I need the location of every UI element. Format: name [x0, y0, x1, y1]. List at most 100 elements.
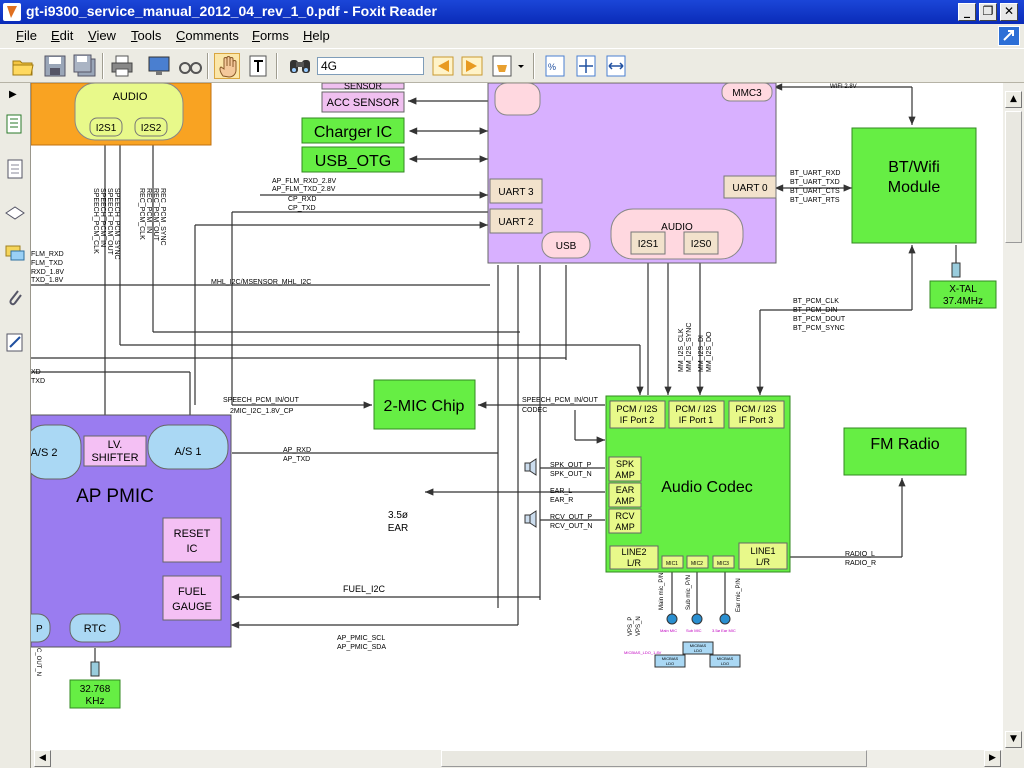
- svg-text:Module: Module: [888, 179, 941, 196]
- svg-text:AP_TXD: AP_TXD: [283, 456, 310, 463]
- ap-block: MMC3 UART 3 UART 2 USB AUDIO I2S1 I2S0 U…: [487, 83, 777, 264]
- menu-view[interactable]: View: [88, 28, 116, 43]
- search-input[interactable]: [317, 57, 424, 75]
- attachments-icon[interactable]: [4, 287, 26, 309]
- svg-text:BT_UART_RXD: BT_UART_RXD: [790, 170, 840, 177]
- signature-icon[interactable]: [4, 331, 26, 353]
- svg-text:RTC: RTC: [84, 623, 106, 635]
- minimize-button[interactable]: _: [958, 3, 976, 21]
- scroll-down-icon[interactable]: ▼: [1005, 731, 1022, 748]
- svg-text:BT_PCM_CLK: BT_PCM_CLK: [793, 298, 839, 305]
- menu-tools[interactable]: Tools: [131, 28, 161, 43]
- svg-text:LINE2: LINE2: [621, 547, 646, 557]
- svg-text:KHz: KHz: [86, 696, 105, 707]
- menu-file[interactable]: File: [16, 28, 37, 43]
- svg-text:L/R: L/R: [627, 558, 642, 568]
- svg-text:EAR_L: EAR_L: [550, 488, 572, 495]
- svg-text:C_OUT_N: C_OUT_N: [35, 648, 41, 676]
- find-icon[interactable]: [287, 53, 313, 79]
- navigation-panel: ▶: [0, 83, 31, 768]
- svg-text:AP_FLM_RXD_2.8V: AP_FLM_RXD_2.8V: [272, 178, 337, 185]
- panel-toggle-icon[interactable]: ▶: [9, 89, 17, 100]
- close-button[interactable]: ✕: [1000, 3, 1018, 21]
- svg-text:RCV_OUT_N: RCV_OUT_N: [550, 523, 592, 530]
- hand-tool-icon[interactable]: [214, 53, 240, 79]
- svg-text:ACC SENSOR: ACC SENSOR: [327, 97, 400, 109]
- svg-text:37.4MHz: 37.4MHz: [943, 296, 983, 307]
- search-next-icon[interactable]: [459, 53, 485, 79]
- open-icon[interactable]: [10, 53, 36, 79]
- svg-text:PCM / I2S: PCM / I2S: [735, 404, 776, 414]
- search-prev-icon[interactable]: [430, 53, 456, 79]
- svg-text:UART 3: UART 3: [498, 187, 534, 198]
- scroll-up-icon[interactable]: ▲: [1005, 91, 1022, 108]
- horizontal-scrollbar[interactable]: ◀ ▶: [31, 750, 1003, 768]
- bookmarks-icon[interactable]: [4, 113, 26, 135]
- menu-help[interactable]: Help: [303, 28, 330, 43]
- svg-text:LINE1: LINE1: [750, 546, 775, 556]
- svg-text:GAUGE: GAUGE: [172, 601, 212, 613]
- print-icon[interactable]: [109, 53, 135, 79]
- pages-icon[interactable]: [4, 158, 26, 180]
- svg-text:AMP: AMP: [615, 470, 635, 480]
- svg-text:SPEECH_PCM_IN/OUT: SPEECH_PCM_IN/OUT: [522, 397, 599, 404]
- svg-text:Audio Codec: Audio Codec: [661, 479, 753, 496]
- highlight-icon[interactable]: [490, 53, 526, 79]
- layers-icon[interactable]: [4, 201, 26, 223]
- svg-text:SENSOR: SENSOR: [344, 83, 383, 91]
- screen-icon[interactable]: [146, 53, 172, 79]
- audio-block-left: AUDIO I2S1 I2S2: [31, 83, 212, 146]
- svg-text:BT_PCM_SYNC: BT_PCM_SYNC: [793, 325, 845, 332]
- svg-text:BT/Wifi: BT/Wifi: [888, 159, 940, 176]
- svg-text:EAR_R: EAR_R: [550, 497, 573, 504]
- scroll-corner: [1003, 750, 1024, 768]
- fit-width-icon[interactable]: [603, 53, 629, 79]
- horizontal-scroll-thumb[interactable]: [441, 750, 867, 767]
- toolbar-separator: [276, 53, 278, 79]
- comments-icon[interactable]: [4, 243, 26, 265]
- fit-page-icon[interactable]: [573, 53, 599, 79]
- vertical-scrollbar[interactable]: ▲ ▼: [1003, 83, 1024, 750]
- svg-text:FLM_TXD: FLM_TXD: [31, 260, 63, 267]
- actual-size-icon[interactable]: %: [542, 53, 568, 79]
- toolbar-separator: [102, 53, 104, 79]
- svg-text:Ear mic_P/N: Ear mic_P/N: [736, 578, 742, 612]
- svg-text:FUEL_I2C: FUEL_I2C: [343, 584, 386, 594]
- svg-text:MHL_I2C/MSENSOR_MHL_I2C: MHL_I2C/MSENSOR_MHL_I2C: [211, 279, 311, 286]
- svg-text:VPS_N: VPS_N: [636, 616, 642, 636]
- svg-text:TXD_1.8V: TXD_1.8V: [31, 277, 64, 284]
- document-view[interactable]: AUDIO I2S1 I2S2 SENSOR ACC SENSOR Charge…: [31, 83, 1003, 750]
- svg-text:RADIO_R: RADIO_R: [845, 560, 876, 567]
- expand-icon[interactable]: [998, 26, 1020, 46]
- svg-text:XD: XD: [31, 369, 41, 376]
- svg-text:MIC2: MIC2: [691, 561, 703, 567]
- foxit-app-icon[interactable]: [3, 3, 21, 21]
- text-select-icon[interactable]: [246, 53, 272, 79]
- svg-text:SPEECH_PCM_OUT: SPEECH_PCM_OUT: [106, 188, 113, 256]
- menu-edit[interactable]: Edit: [51, 28, 73, 43]
- svg-text:SPK: SPK: [616, 459, 634, 469]
- scroll-right-icon[interactable]: ▶: [984, 750, 1001, 767]
- svg-text:Main mic_P/N: Main mic_P/N: [659, 573, 665, 610]
- menu-forms[interactable]: Forms: [252, 28, 289, 43]
- vertical-scroll-thumb[interactable]: [1005, 111, 1022, 243]
- svg-text:RCV: RCV: [615, 511, 634, 521]
- svg-text:UART 0: UART 0: [732, 183, 768, 194]
- save-icon[interactable]: [42, 53, 68, 79]
- svg-text:AMP: AMP: [615, 522, 635, 532]
- audio-codec-block: PCM / I2S IF Port 2 PCM / I2S IF Port 1 …: [605, 395, 791, 573]
- svg-text:A/S 2: A/S 2: [31, 447, 57, 459]
- menu-bar: File Edit View Tools Comments Forms Help: [0, 24, 1024, 49]
- glasses-icon[interactable]: [177, 53, 203, 79]
- svg-text:PCM / I2S: PCM / I2S: [616, 404, 657, 414]
- scroll-left-icon[interactable]: ◀: [34, 750, 51, 767]
- menu-comments[interactable]: Comments: [176, 28, 239, 43]
- svg-text:P: P: [36, 624, 43, 635]
- toolbar-separator: [533, 53, 535, 79]
- svg-text:AUDIO: AUDIO: [661, 222, 693, 233]
- svg-text:Sub MIC: Sub MIC: [686, 628, 702, 633]
- maximize-button[interactable]: ❐: [979, 3, 997, 21]
- save-as-icon[interactable]: [72, 53, 98, 79]
- svg-text:RESET: RESET: [174, 528, 211, 540]
- svg-text:MICBIAS_LDO_1.8V: MICBIAS_LDO_1.8V: [624, 650, 662, 655]
